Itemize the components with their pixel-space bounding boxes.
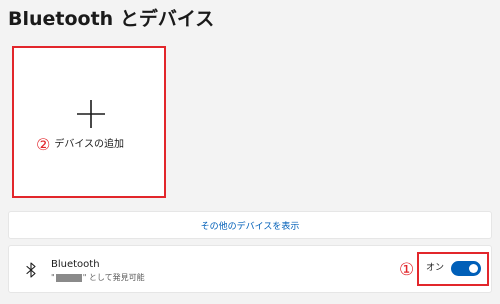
add-device-label: デバイスの追加 xyxy=(54,139,125,150)
show-more-devices-button[interactable]: その他のデバイスを表示 xyxy=(8,211,492,239)
settings-page: Bluetooth とデバイス ② デバイスの追加 その他のデバイスを表示 Bl… xyxy=(0,0,500,304)
show-more-devices-label: その他のデバイスを表示 xyxy=(200,221,300,232)
annotation-marker-2: ② xyxy=(36,135,51,154)
bluetooth-icon xyxy=(26,262,36,278)
bluetooth-toggle[interactable] xyxy=(451,261,481,276)
toggle-knob xyxy=(469,264,478,273)
annotation-marker-1: ① xyxy=(399,260,415,280)
bluetooth-subtitle: " " として発見可能 xyxy=(51,273,145,283)
bluetooth-subtitle-suffix: " として発見可能 xyxy=(82,273,145,282)
page-title: Bluetooth とデバイス xyxy=(8,8,215,30)
bluetooth-toggle-state-label: オン xyxy=(426,263,445,273)
bluetooth-title: Bluetooth xyxy=(51,259,100,270)
redacted-device-name xyxy=(55,274,82,282)
add-device-tile[interactable]: ② デバイスの追加 xyxy=(12,46,166,198)
add-device-label-row: ② デバイスの追加 xyxy=(36,136,124,154)
bluetooth-subtitle-prefix: " xyxy=(51,273,55,282)
plus-icon xyxy=(77,100,105,128)
